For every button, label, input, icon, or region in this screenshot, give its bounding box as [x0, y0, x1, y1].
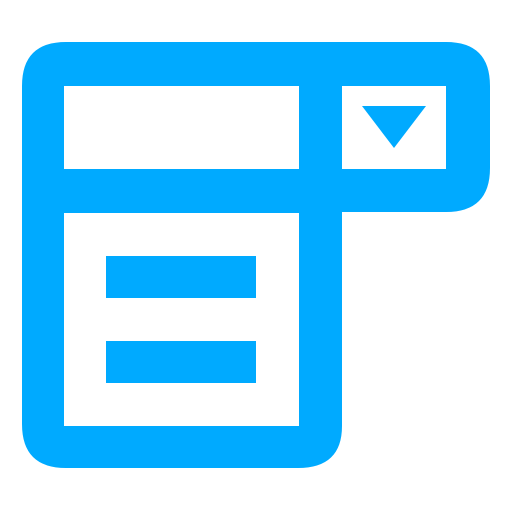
list-item-line-2[interactable]: [106, 341, 256, 383]
icon-canvas: [0, 0, 512, 512]
list-item-line-1[interactable]: [106, 256, 256, 298]
dropdown-list-icon: [22, 42, 490, 468]
dropdown-list-panel: [64, 213, 299, 426]
input-field[interactable]: [64, 86, 299, 169]
